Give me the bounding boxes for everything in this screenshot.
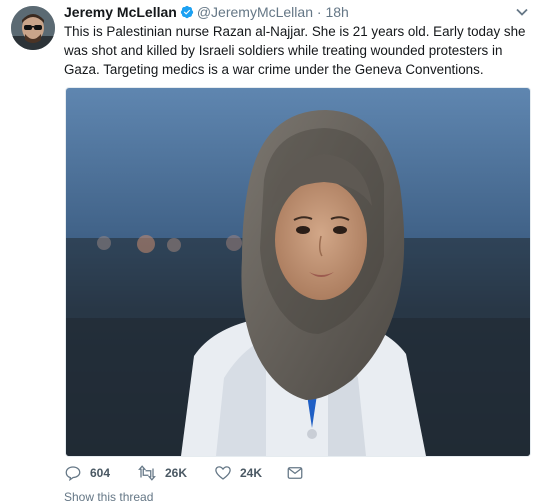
chevron-down-icon[interactable] bbox=[514, 4, 530, 20]
author-handle[interactable]: @JeremyMcLellan bbox=[197, 4, 313, 20]
like-count: 24K bbox=[240, 466, 263, 480]
reply-icon bbox=[64, 464, 90, 482]
tweet[interactable]: Jeremy McLellan @JeremyMcLellan · 18h Thi… bbox=[0, 0, 540, 504]
direct-message-action[interactable] bbox=[286, 462, 312, 484]
tweet-body: This is Palestinian nurse Razan al-Najja… bbox=[64, 24, 526, 77]
separator-dot: · bbox=[316, 4, 322, 20]
timestamp[interactable]: 18h bbox=[325, 4, 348, 20]
direct-message-icon bbox=[286, 464, 312, 482]
reply-count: 604 bbox=[90, 466, 111, 480]
author-name[interactable]: Jeremy McLellan bbox=[64, 4, 177, 20]
tweet-photo[interactable] bbox=[65, 87, 531, 457]
tweet-text: This is Palestinian nurse Razan al-Najja… bbox=[64, 22, 534, 79]
like-action[interactable]: 24K bbox=[214, 462, 262, 484]
retweet-icon bbox=[137, 464, 165, 482]
retweet-action[interactable]: 26K bbox=[137, 462, 187, 484]
verified-badge-icon bbox=[180, 5, 194, 22]
retweet-count: 26K bbox=[165, 466, 188, 480]
tweet-header: Jeremy McLellan @JeremyMcLellan · 18h bbox=[64, 4, 530, 22]
like-icon bbox=[214, 464, 240, 482]
show-thread-link[interactable]: Show this thread bbox=[64, 490, 153, 504]
avatar[interactable] bbox=[11, 6, 55, 50]
reply-action[interactable]: 604 bbox=[64, 462, 110, 484]
